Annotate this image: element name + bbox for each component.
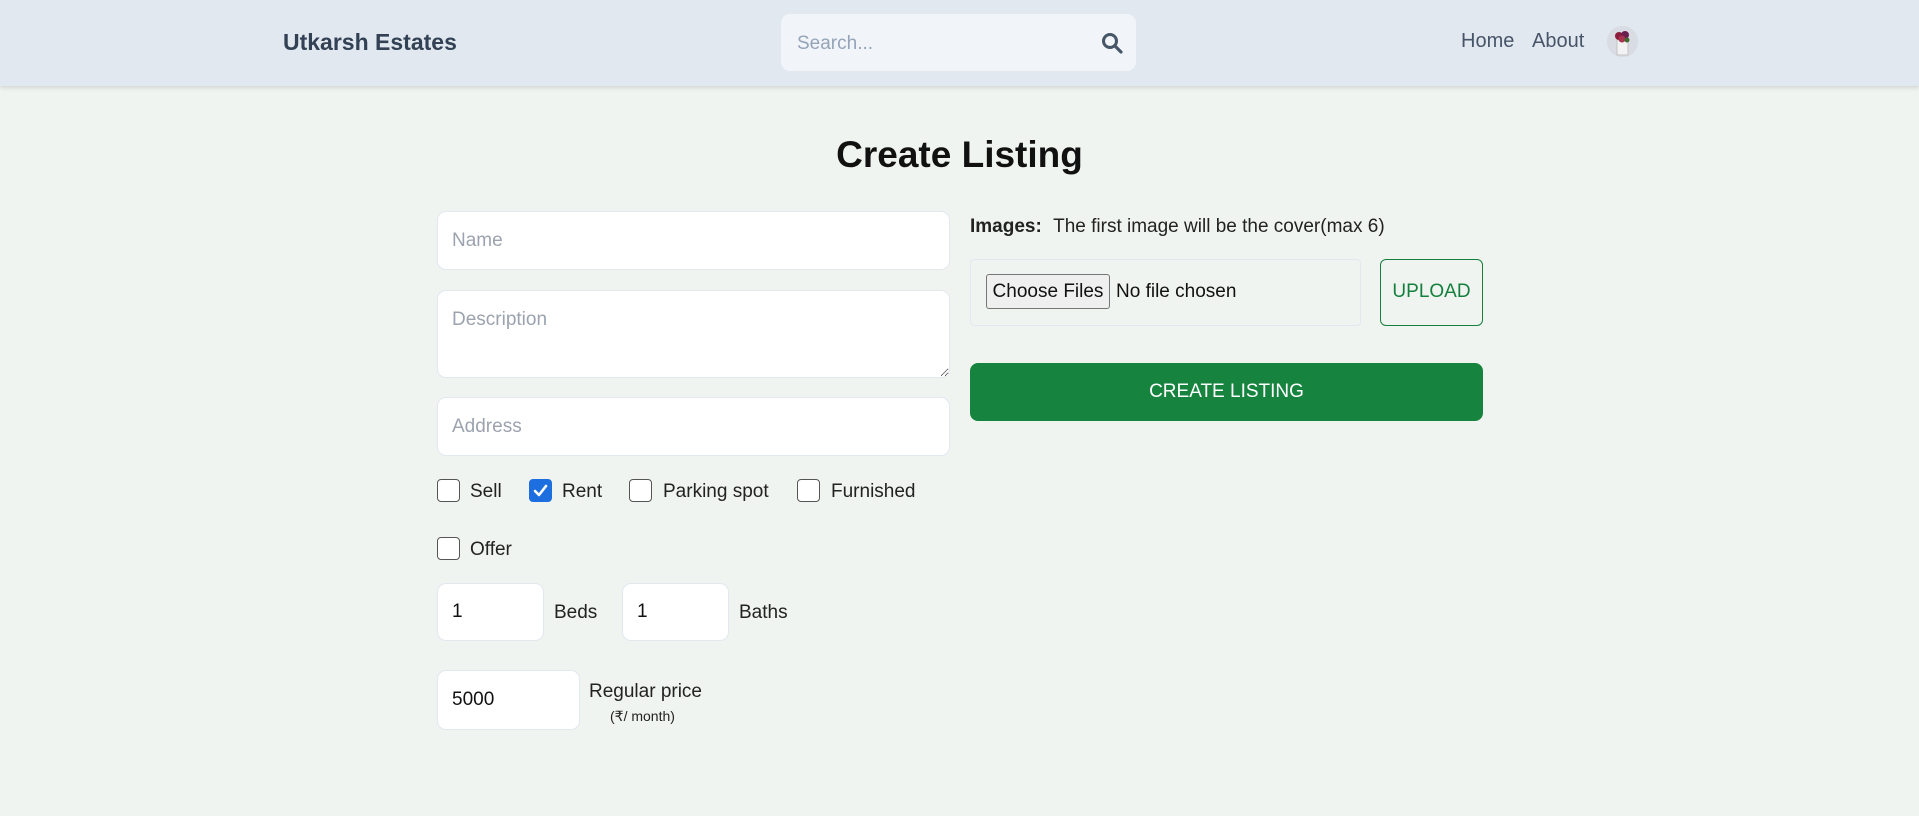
top-navbar: Utkarsh Estates Home About: [0, 0, 1919, 86]
checkmark-icon: [533, 484, 548, 497]
rent-checkbox[interactable]: [529, 479, 552, 502]
furnished-checkbox[interactable]: [797, 479, 820, 502]
avatar[interactable]: [1607, 26, 1638, 57]
price-unit-label: (₹/ month): [610, 708, 675, 724]
avatar-image: [1607, 26, 1638, 57]
regular-price-label: Regular price: [589, 681, 702, 702]
offer-checkbox[interactable]: [437, 537, 460, 560]
sell-checkbox[interactable]: [437, 479, 460, 502]
baths-input[interactable]: [622, 583, 729, 641]
sell-label: Sell: [470, 481, 502, 502]
parking-label: Parking spot: [663, 481, 769, 502]
choose-files-button[interactable]: Choose Files: [986, 274, 1110, 309]
name-input[interactable]: [437, 211, 950, 270]
brand-logo[interactable]: Utkarsh Estates: [283, 29, 457, 56]
search-box: [781, 14, 1136, 73]
images-note: The first image will be the cover(max 6): [1053, 216, 1385, 237]
beds-input[interactable]: [437, 583, 544, 641]
nav-home-link[interactable]: Home: [1461, 30, 1514, 53]
search-icon[interactable]: [1101, 32, 1123, 54]
address-input[interactable]: [437, 397, 950, 456]
beds-label: Beds: [554, 602, 598, 623]
furnished-label: Furnished: [831, 481, 916, 502]
rent-label: Rent: [562, 481, 603, 502]
offer-label: Offer: [470, 539, 512, 560]
images-label: Images:: [970, 216, 1042, 237]
no-file-text: No file chosen: [1116, 281, 1237, 302]
search-input[interactable]: [795, 14, 1099, 73]
parking-checkbox[interactable]: [629, 479, 652, 502]
regular-price-input[interactable]: [437, 670, 580, 730]
file-input[interactable]: Choose Files No file chosen: [970, 259, 1361, 326]
baths-label: Baths: [739, 602, 788, 623]
create-listing-button[interactable]: CREATE LISTING: [970, 363, 1483, 421]
upload-button[interactable]: UPLOAD: [1380, 259, 1483, 326]
nav-about-link[interactable]: About: [1532, 30, 1584, 53]
page-title: Create Listing: [836, 134, 1083, 175]
description-textarea[interactable]: [437, 290, 950, 378]
images-instructions: Images: The first image will be the cove…: [970, 216, 1385, 238]
